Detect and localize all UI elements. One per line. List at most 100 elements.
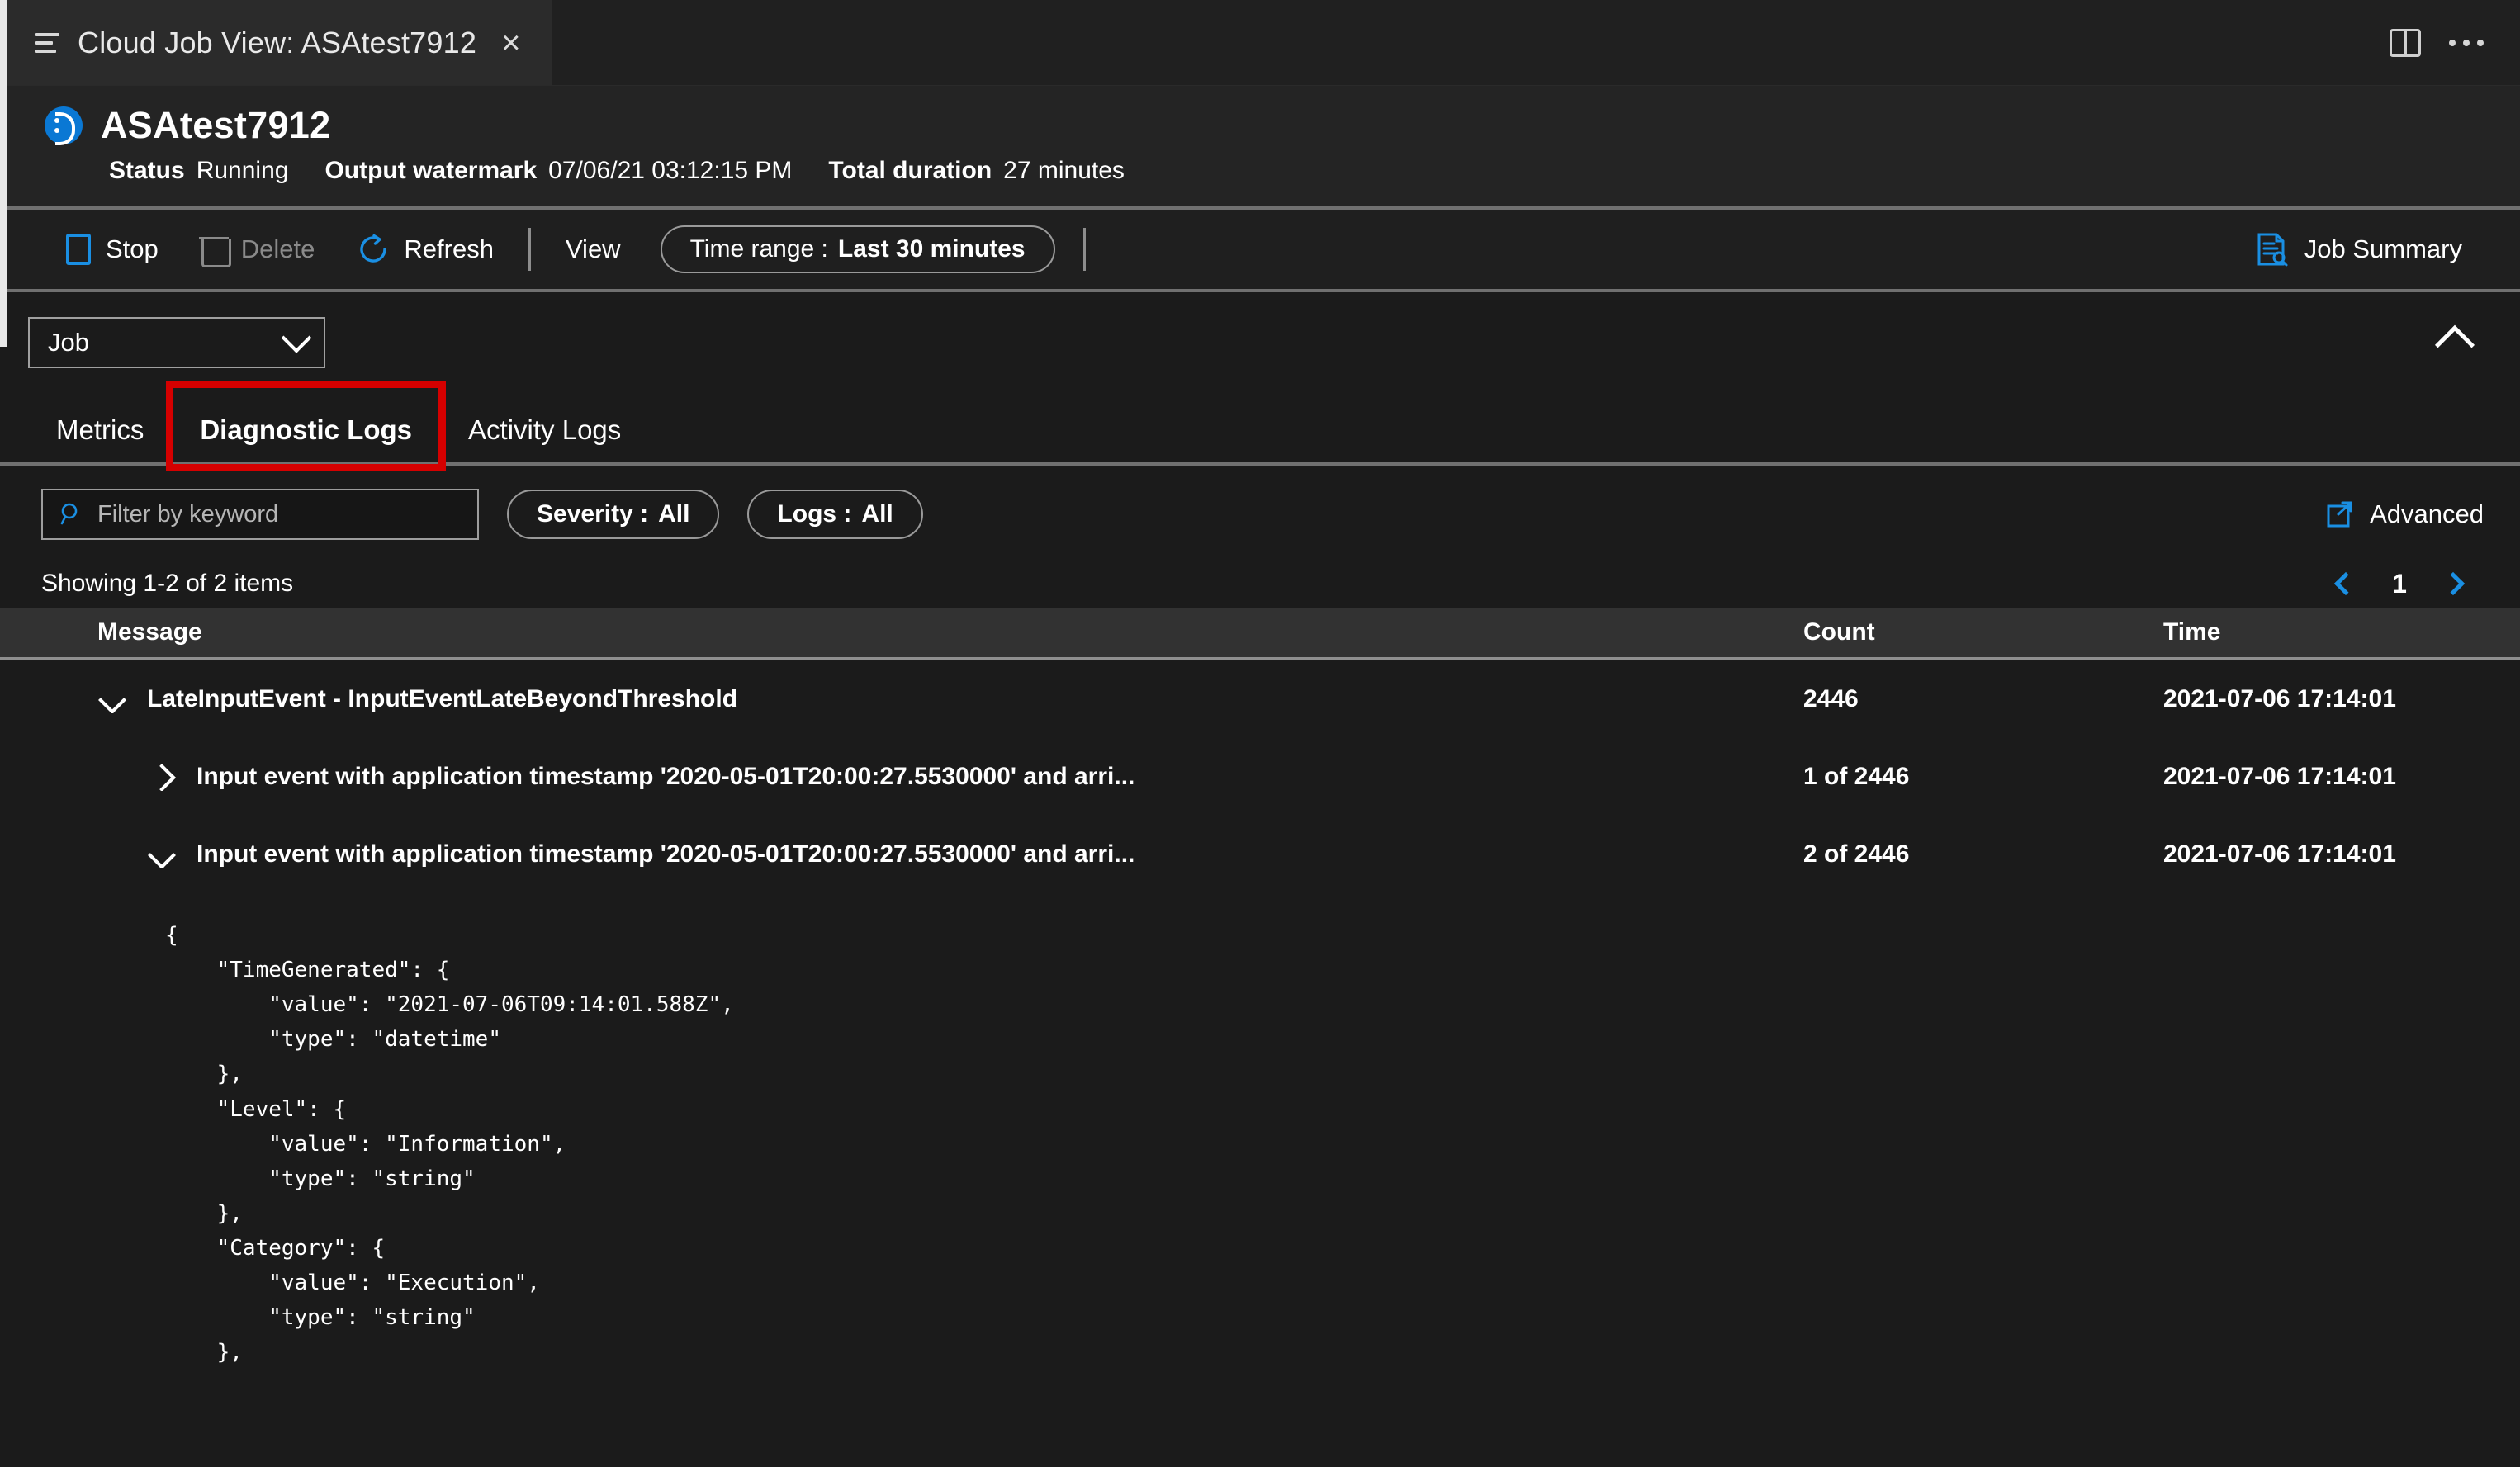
window-left-rail <box>0 0 7 347</box>
row-count-cell: 2446 <box>1803 685 1859 712</box>
collapse-panel-button[interactable] <box>2426 318 2484 367</box>
chevron-right-icon <box>2441 571 2466 596</box>
row-message-cell: LateInputEvent - InputEventLateBeyondThr… <box>0 685 1744 713</box>
chevron-down-icon <box>281 322 312 353</box>
stop-label: Stop <box>106 234 159 263</box>
more-actions-icon[interactable] <box>2449 39 2484 46</box>
tab-activity-logs-label: Activity Logs <box>468 414 622 445</box>
tab-cloud-job-view[interactable]: Cloud Job View: ASAtest7912 × <box>0 0 552 85</box>
outline-icon <box>35 32 59 53</box>
command-separator <box>528 228 531 271</box>
chevron-right-icon[interactable] <box>147 763 175 791</box>
watermark-value: 07/06/21 03:12:15 PM <box>548 157 793 184</box>
tabstrip-actions <box>2390 0 2520 85</box>
chevron-down-icon[interactable] <box>147 840 175 868</box>
job-summary-label: Job Summary <box>2304 234 2462 263</box>
editor-tabstrip: Cloud Job View: ASAtest7912 × <box>0 0 2520 86</box>
filter-bar: Severity : All Logs : All Advanced <box>0 466 2520 560</box>
delete-button: Delete <box>180 210 337 289</box>
row-message-text: LateInputEvent - InputEventLateBeyondThr… <box>147 685 738 712</box>
row-message-cell: Input event with application timestamp '… <box>0 763 1744 791</box>
tab-metrics-label: Metrics <box>56 414 144 445</box>
next-page-button[interactable] <box>2423 560 2484 608</box>
severity-filter-value: All <box>658 500 690 528</box>
tab-activity-logs[interactable]: Activity Logs <box>440 400 649 462</box>
column-header-count[interactable]: Count <box>1744 618 2107 646</box>
cloud-job-view-window: Cloud Job View: ASAtest7912 × ASAtest791… <box>0 0 2520 1467</box>
refresh-icon <box>358 234 389 265</box>
page-number[interactable]: 1 <box>2376 569 2423 599</box>
previous-page-button[interactable] <box>2315 560 2376 608</box>
chevron-left-icon <box>2333 571 2358 596</box>
grid-header-row: Message Count Time <box>0 608 2520 660</box>
view-button[interactable]: View <box>544 210 642 289</box>
time-range-value: Last 30 minutes <box>837 235 1026 263</box>
column-header-message[interactable]: Message <box>0 618 1744 646</box>
severity-filter[interactable]: Severity : All <box>507 490 720 539</box>
row-message-cell: Input event with application timestamp '… <box>0 840 1744 868</box>
job-summary-button[interactable]: Job Summary <box>2232 231 2484 267</box>
refresh-button[interactable]: Refresh <box>336 210 515 289</box>
page-title: ASAtest7912 <box>101 104 331 146</box>
command-separator-2 <box>1082 228 1086 271</box>
showing-count: Showing 1-2 of 2 items <box>41 570 294 597</box>
time-range-label: Time range : <box>689 235 828 263</box>
close-icon[interactable]: × <box>495 26 527 59</box>
row-detail-json: { "TimeGenerated": { "value": "2021-07-0… <box>165 923 734 1365</box>
job-title-row: ASAtest7912 <box>45 104 2520 147</box>
chevron-up-icon <box>2434 324 2475 365</box>
watermark-label: Output watermark <box>324 157 538 184</box>
stop-icon <box>66 234 91 265</box>
duration-value: 27 minutes <box>1003 157 1125 184</box>
status-label: Status <box>109 157 185 184</box>
logs-filter-label: Logs : <box>777 500 852 528</box>
log-view-tabs: Metrics Diagnostic Logs Activity Logs <box>0 381 2520 471</box>
job-meta: Status Running Output watermark 07/06/21… <box>109 157 2520 185</box>
row-message-text: Input event with application timestamp '… <box>197 763 1135 790</box>
tab-diagnostic-logs-label: Diagnostic Logs <box>200 414 413 445</box>
advanced-label: Advanced <box>2370 499 2484 528</box>
refresh-label: Refresh <box>404 234 494 263</box>
trash-icon <box>198 234 231 267</box>
split-editor-icon[interactable] <box>2390 28 2421 57</box>
paging-row: Showing 1-2 of 2 items 1 <box>0 560 2520 608</box>
pager: 1 <box>2315 560 2484 608</box>
external-link-icon <box>2325 499 2355 529</box>
search-box[interactable] <box>41 489 479 540</box>
time-range-picker[interactable]: Time range : Last 30 minutes <box>660 225 1055 273</box>
scope-row: Job <box>0 292 2520 368</box>
row-time-cell: 2021-07-06 17:14:01 <box>2163 685 2396 712</box>
duration-label: Total duration <box>828 157 992 184</box>
search-input[interactable] <box>97 500 462 528</box>
advanced-link[interactable]: Advanced <box>2325 499 2484 529</box>
tab-title: Cloud Job View: ASAtest7912 <box>78 25 477 59</box>
row-count-cell: 2 of 2446 <box>1803 840 1910 868</box>
row-time-cell: 2021-07-06 17:14:01 <box>2163 763 2396 790</box>
scope-select-value: Job <box>48 328 89 357</box>
table-row[interactable]: LateInputEvent - InputEventLateBeyondThr… <box>0 660 2520 738</box>
scope-select[interactable]: Job <box>28 317 325 368</box>
logs-filter-value: All <box>861 500 893 528</box>
row-count-cell: 1 of 2446 <box>1803 763 1910 790</box>
chevron-down-icon[interactable] <box>97 685 126 713</box>
delete-label: Delete <box>240 234 315 263</box>
table-row[interactable]: Input event with application timestamp '… <box>0 816 2520 893</box>
tab-diagnostic-logs[interactable]: Diagnostic Logs <box>166 381 447 471</box>
view-label: View <box>565 234 621 263</box>
stop-button[interactable]: Stop <box>45 210 180 289</box>
row-time-cell: 2021-07-06 17:14:01 <box>2163 840 2396 868</box>
table-row[interactable]: Input event with application timestamp '… <box>0 738 2520 816</box>
job-summary-icon <box>2253 231 2290 267</box>
search-icon <box>58 501 84 528</box>
status-value: Running <box>196 157 289 184</box>
job-header: ASAtest7912 Status Running Output waterm… <box>0 86 2520 210</box>
row-message-text: Input event with application timestamp '… <box>197 840 1135 868</box>
command-bar-right: Job Summary <box>2232 231 2484 267</box>
tab-metrics[interactable]: Metrics <box>28 400 172 462</box>
logs-filter[interactable]: Logs : All <box>747 490 923 539</box>
diagnostic-logs-grid: Message Count Time LateInputEvent - Inpu… <box>0 608 2520 1467</box>
stream-analytics-icon <box>45 106 83 145</box>
column-header-time[interactable]: Time <box>2107 618 2520 646</box>
command-bar: Stop Delete Refresh View Time range : La… <box>0 210 2520 292</box>
severity-filter-label: Severity : <box>537 500 649 528</box>
